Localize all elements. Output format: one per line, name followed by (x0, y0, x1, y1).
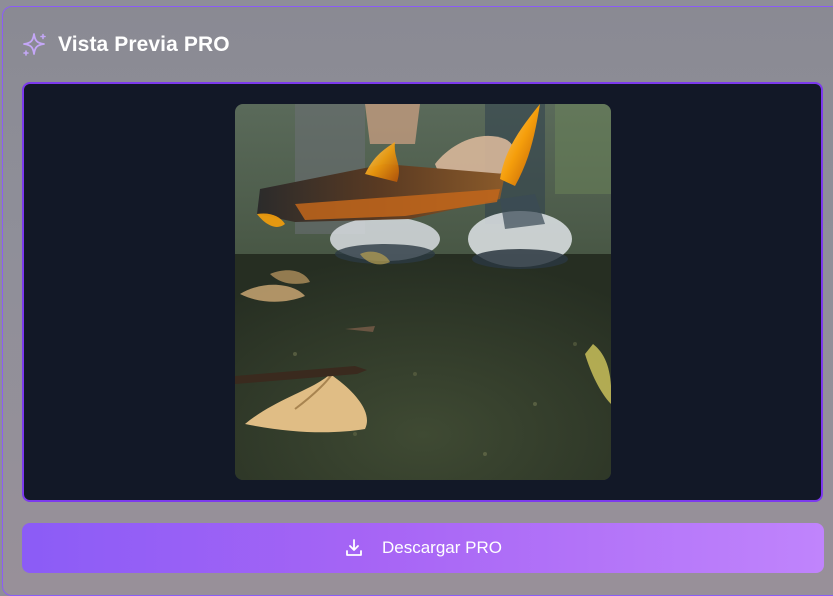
page-title: Vista Previa PRO (58, 33, 230, 56)
panel-header: Vista Previa PRO (22, 30, 230, 60)
download-icon (344, 538, 364, 558)
sparkle-icon (22, 32, 48, 58)
preview-image (235, 104, 611, 480)
download-pro-button[interactable]: Descargar PRO (22, 523, 824, 573)
download-button-label: Descargar PRO (382, 538, 502, 557)
